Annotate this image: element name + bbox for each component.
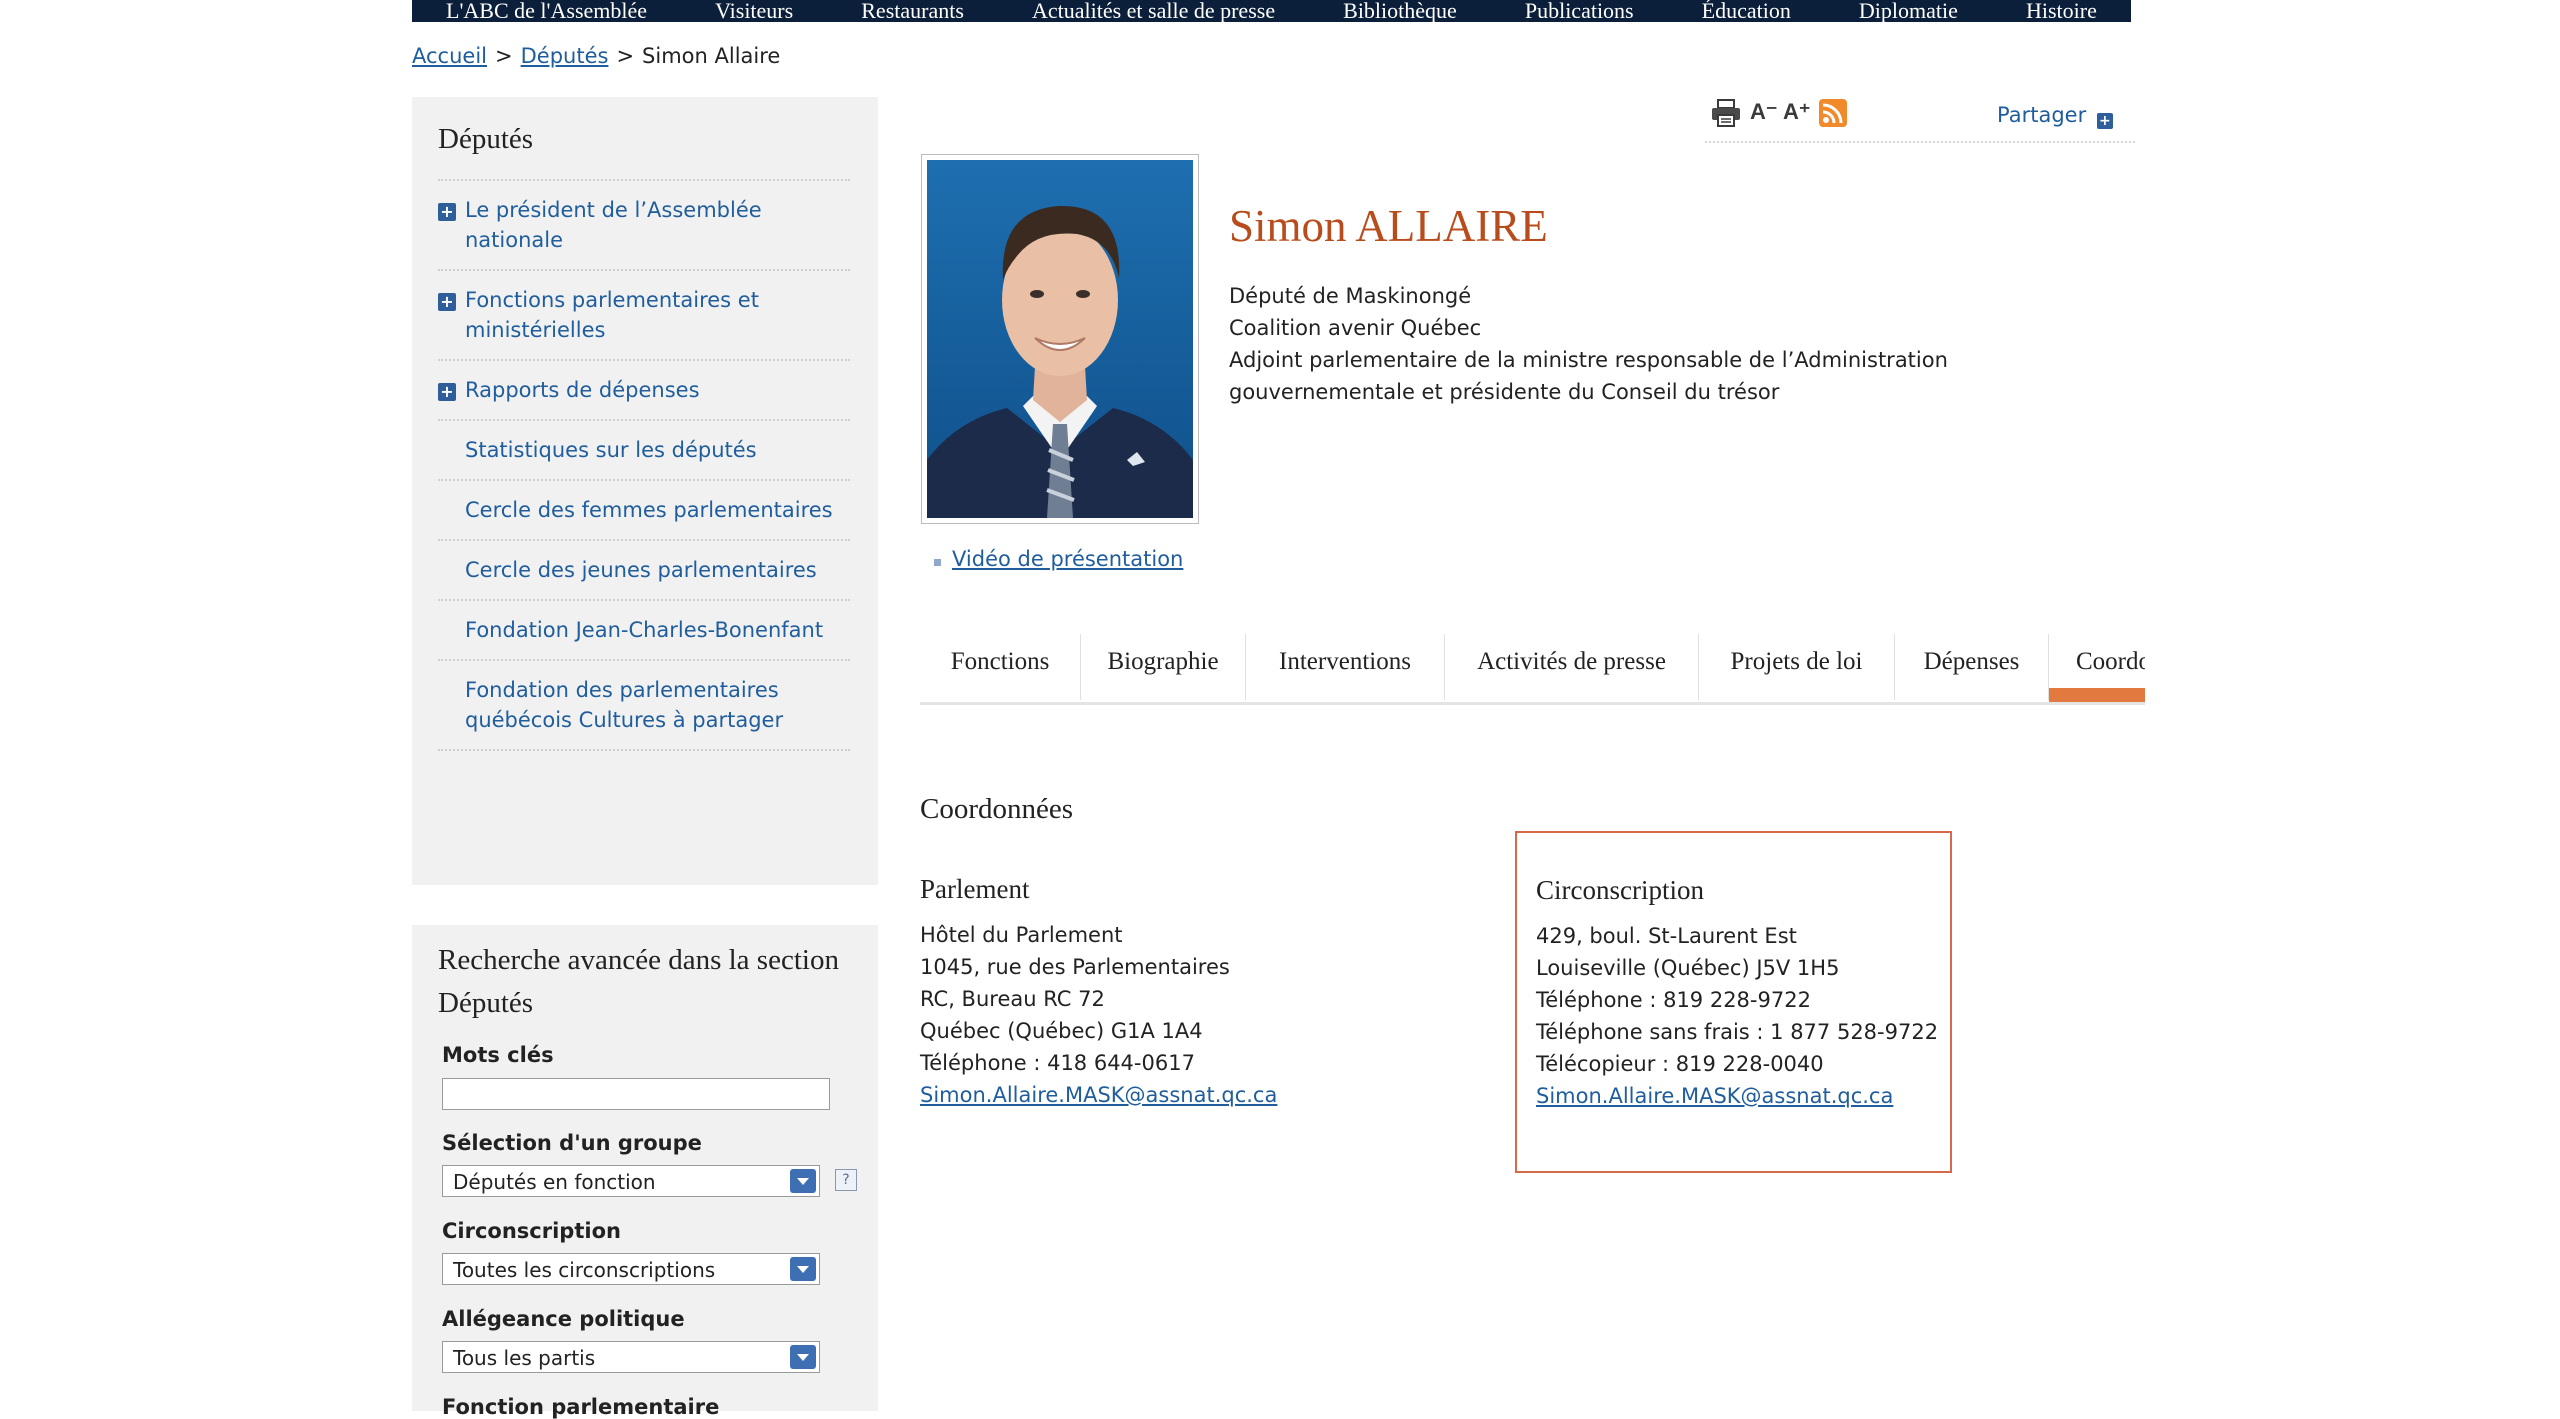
sidebar-item-fonctions[interactable]: + Fonctions parlementaires et ministérie… bbox=[438, 269, 850, 359]
bullet-icon bbox=[934, 559, 941, 566]
circonscription-label: Circonscription bbox=[442, 1219, 621, 1243]
video-presentation-link[interactable]: Vidéo de présentation bbox=[952, 547, 1183, 571]
nav-education[interactable]: Éducation bbox=[1702, 0, 1791, 22]
sidebar-item-fondation-cultures[interactable]: Fondation des parlementaires québécois C… bbox=[438, 659, 850, 751]
contact-section-title: Coordonnées bbox=[920, 793, 1074, 825]
page-toolbar: A⁻ A⁺ Partager + bbox=[1705, 95, 2135, 143]
sidebar-item-label[interactable]: Fondation Jean-Charles-Bonenfant bbox=[465, 615, 850, 645]
share-button[interactable]: Partager + bbox=[1997, 103, 2113, 129]
dropdown-arrow-icon[interactable] bbox=[790, 1257, 816, 1281]
sidebar-item-fondation-bonenfant[interactable]: Fondation Jean-Charles-Bonenfant bbox=[438, 599, 850, 659]
address-line: Québec (Québec) G1A 1A4 bbox=[920, 1019, 1203, 1043]
parlement-title: Parlement bbox=[920, 874, 1030, 904]
group-label: Sélection d'un groupe bbox=[442, 1131, 702, 1155]
dropdown-arrow-icon[interactable] bbox=[790, 1345, 816, 1369]
breadcrumb-home[interactable]: Accueil bbox=[412, 44, 487, 68]
share-label[interactable]: Partager bbox=[1997, 103, 2086, 127]
sidebar-item-cercle-jeunes[interactable]: Cercle des jeunes parlementaires bbox=[438, 539, 850, 599]
deputy-party: Coalition avenir Québec bbox=[1229, 316, 1482, 340]
print-icon[interactable] bbox=[1711, 99, 1741, 127]
expand-plus-icon[interactable]: + bbox=[438, 293, 456, 311]
address-line: Hôtel du Parlement bbox=[920, 923, 1123, 947]
fax-line: Télécopieur : 819 228-0040 bbox=[1536, 1052, 1824, 1076]
deputy-name: Simon ALLAIRE bbox=[1229, 201, 1548, 251]
address-line: RC, Bureau RC 72 bbox=[920, 987, 1105, 1011]
sidebar-item-president[interactable]: + Le président de l’Assemblée nationale bbox=[438, 179, 850, 269]
phone-line: Téléphone : 819 228-9722 bbox=[1536, 988, 1811, 1012]
tab-fonctions[interactable]: Fonctions bbox=[920, 634, 1080, 702]
sidebar-item-label[interactable]: Statistiques sur les députés bbox=[465, 435, 850, 465]
help-icon[interactable]: ? bbox=[835, 1169, 857, 1191]
circonscription-select[interactable]: Toutes les circonscriptions bbox=[442, 1253, 820, 1285]
breadcrumb-separator: > bbox=[616, 44, 635, 68]
deputy-riding: Député de Maskinongé bbox=[1229, 284, 1472, 308]
dropdown-arrow-icon[interactable] bbox=[790, 1169, 816, 1193]
nav-abc[interactable]: L'ABC de l'Assemblée bbox=[446, 0, 647, 22]
profile-tabs: Fonctions Biographie Interventions Activ… bbox=[920, 634, 2145, 705]
party-select[interactable]: Tous les partis bbox=[442, 1341, 820, 1373]
circonscription-select-value: Toutes les circonscriptions bbox=[453, 1258, 716, 1282]
circonscription-address-block: Circonscription 429, boul. St-Laurent Es… bbox=[1515, 831, 1952, 1173]
party-select-value: Tous les partis bbox=[453, 1346, 596, 1370]
tab-depenses[interactable]: Dépenses bbox=[1895, 634, 2048, 702]
sidebar-list: + Le président de l’Assemblée nationale … bbox=[438, 179, 850, 751]
font-decrease-button[interactable]: A⁻ bbox=[1750, 99, 1778, 125]
parlement-email-link[interactable]: Simon.Allaire.MASK@assnat.qc.ca bbox=[920, 1083, 1277, 1107]
keywords-input[interactable] bbox=[442, 1078, 830, 1110]
sidebar-item-rapports[interactable]: + Rapports de dépenses bbox=[438, 359, 850, 419]
sidebar-item-label[interactable]: Fondation des parlementaires québécois C… bbox=[465, 675, 850, 735]
tab-biographie[interactable]: Biographie bbox=[1081, 634, 1245, 702]
search-title: Recherche avancée dans la section Député… bbox=[438, 944, 839, 1019]
address-line: 429, boul. St-Laurent Est bbox=[1536, 924, 1797, 948]
sidebar-item-label[interactable]: Cercle des jeunes parlementaires bbox=[465, 555, 850, 585]
function-label: Fonction parlementaire bbox=[442, 1395, 720, 1419]
nav-publications[interactable]: Publications bbox=[1525, 0, 1634, 22]
share-plus-icon[interactable]: + bbox=[2096, 113, 2113, 129]
sidebar-item-cercle-femmes[interactable]: Cercle des femmes parlementaires bbox=[438, 479, 850, 539]
group-select-value: Députés en fonction bbox=[453, 1170, 656, 1194]
keywords-label: Mots clés bbox=[442, 1043, 554, 1067]
nav-diplomatie[interactable]: Diplomatie bbox=[1859, 0, 1958, 22]
top-navigation: L'ABC de l'Assemblée Visiteurs Restauran… bbox=[412, 0, 2131, 22]
parlement-address-block: Parlement Hôtel du Parlement 1045, rue d… bbox=[920, 874, 1480, 1111]
advanced-search-panel: Recherche avancée dans la section Député… bbox=[412, 925, 878, 1419]
nav-actualites[interactable]: Actualités et salle de presse bbox=[1032, 0, 1275, 22]
sidebar-title: Députés bbox=[438, 123, 534, 155]
circonscription-email-link[interactable]: Simon.Allaire.MASK@assnat.qc.ca bbox=[1536, 1084, 1893, 1108]
sidebar-item-label[interactable]: Le président de l’Assemblée nationale bbox=[465, 195, 850, 255]
sidebar-deputes-panel: Députés + Le président de l’Assemblée na… bbox=[412, 97, 878, 885]
phone-line: Téléphone : 418 644-0617 bbox=[920, 1051, 1195, 1075]
party-label: Allégeance politique bbox=[442, 1307, 685, 1331]
breadcrumb: Accueil > Députés > Simon Allaire bbox=[412, 44, 780, 68]
group-select[interactable]: Députés en fonction bbox=[442, 1165, 820, 1197]
deputy-info: Député de Maskinongé Coalition avenir Qu… bbox=[1229, 280, 2135, 408]
expand-plus-icon[interactable]: + bbox=[438, 383, 456, 401]
breadcrumb-deputes[interactable]: Députés bbox=[521, 44, 609, 68]
nav-bibliotheque[interactable]: Bibliothèque bbox=[1343, 0, 1457, 22]
font-increase-button[interactable]: A⁺ bbox=[1783, 99, 1811, 125]
address-line: 1045, rue des Parlementaires bbox=[920, 955, 1230, 979]
circonscription-title: Circonscription bbox=[1536, 875, 1704, 905]
tab-activites-presse[interactable]: Activités de presse bbox=[1445, 634, 1698, 702]
address-line: Louiseville (Québec) J5V 1H5 bbox=[1536, 956, 1840, 980]
tab-projets-loi[interactable]: Projets de loi bbox=[1699, 634, 1894, 702]
sidebar-item-label[interactable]: Cercle des femmes parlementaires bbox=[465, 495, 850, 525]
nav-restaurants[interactable]: Restaurants bbox=[861, 0, 964, 22]
video-presentation-item: Vidéo de présentation bbox=[934, 547, 1183, 571]
deputy-photo bbox=[921, 154, 1199, 524]
sidebar-item-label[interactable]: Rapports de dépenses bbox=[465, 375, 850, 405]
breadcrumb-separator: > bbox=[495, 44, 513, 68]
breadcrumb-current: Simon Allaire bbox=[642, 44, 781, 68]
sidebar-item-label[interactable]: Fonctions parlementaires et ministériell… bbox=[465, 285, 850, 345]
sidebar-item-statistiques[interactable]: Statistiques sur les députés bbox=[438, 419, 850, 479]
nav-histoire[interactable]: Histoire bbox=[2026, 0, 2097, 22]
tab-coordonnees[interactable]: Coordonnées bbox=[2049, 634, 2145, 702]
rss-icon[interactable] bbox=[1819, 99, 1847, 127]
tab-interventions[interactable]: Interventions bbox=[1246, 634, 1444, 702]
tollfree-line: Téléphone sans frais : 1 877 528-9722 bbox=[1536, 1020, 1939, 1044]
nav-visiteurs[interactable]: Visiteurs bbox=[715, 0, 793, 22]
expand-plus-icon[interactable]: + bbox=[438, 203, 456, 221]
deputy-role: Adjoint parlementaire de la ministre res… bbox=[1229, 348, 1948, 404]
portrait-image bbox=[927, 160, 1193, 518]
